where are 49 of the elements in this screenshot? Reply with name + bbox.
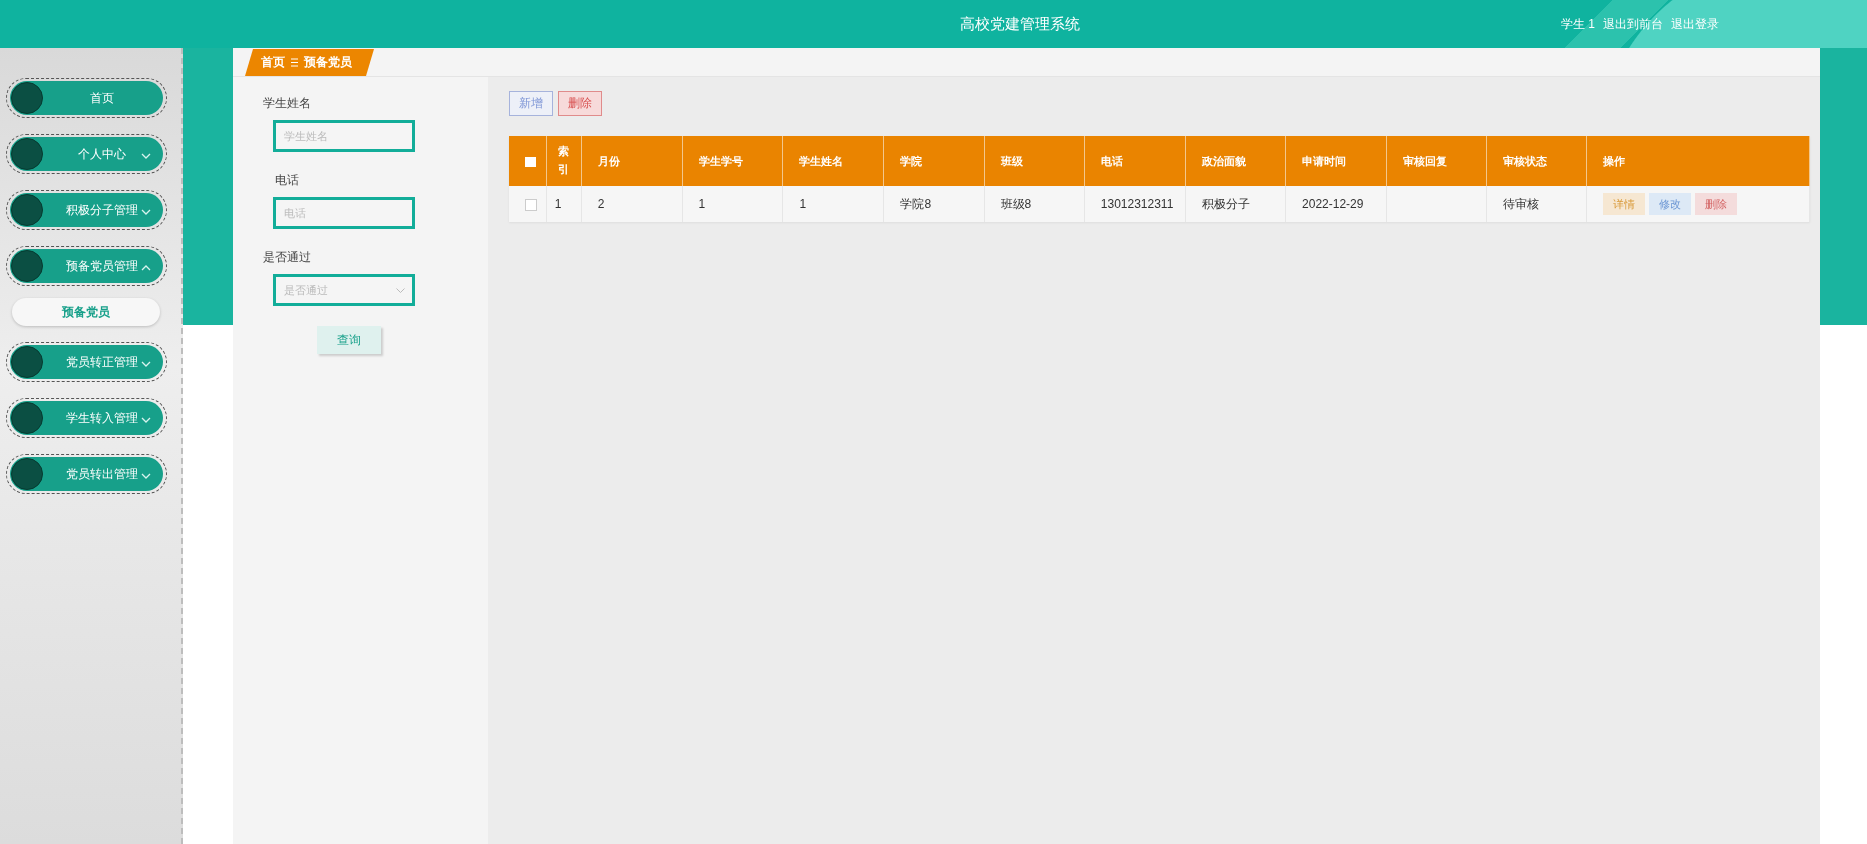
header-link[interactable]: 退出登录 — [1671, 15, 1719, 33]
column-header: 学生姓名 — [799, 154, 844, 167]
search-button[interactable]: 查询 — [317, 326, 381, 354]
detail-button[interactable]: 详情 — [1602, 193, 1645, 215]
column-header: 班级 — [1000, 154, 1023, 167]
field-label: 学生姓名 — [263, 95, 311, 112]
chevron-icon — [396, 288, 405, 293]
column-header: 学院 — [900, 154, 923, 167]
field-label: 电话 — [275, 172, 299, 189]
circle-icon — [11, 250, 43, 282]
table-cell: 2022-12-29 — [1302, 197, 1364, 211]
circle-icon — [11, 458, 43, 490]
circle-icon — [11, 194, 43, 226]
header-link[interactable]: 退出到前台 — [1603, 15, 1663, 33]
table-cell: 1 — [698, 197, 706, 211]
table-cell: 待审核 — [1502, 196, 1539, 211]
add-button[interactable]: 新增 — [509, 91, 553, 116]
column-header: 政治面貌 — [1201, 154, 1246, 167]
circle-icon — [11, 346, 43, 378]
circle-icon — [11, 82, 43, 114]
column-header: 学生学号 — [698, 154, 743, 167]
delete-button[interactable]: 删除 — [1694, 193, 1737, 215]
table-cell: 1 — [799, 197, 807, 211]
delete-button[interactable]: 删除 — [558, 91, 602, 116]
table-cell: 13012312311 — [1100, 197, 1174, 211]
circle-icon — [11, 138, 43, 170]
column-header: 月份 — [597, 154, 620, 167]
column-header: 电话 — [1100, 154, 1123, 167]
circle-icon — [11, 402, 43, 434]
app-title: 高校党建管理系统 — [960, 15, 1080, 34]
column-header: 审核状态 — [1502, 154, 1547, 167]
breadcrumb-link[interactable]: 首页 — [261, 54, 285, 71]
table-cell: 积极分子 — [1201, 196, 1250, 211]
select-all-checkbox[interactable] — [525, 157, 536, 168]
column-header: 索引 — [557, 144, 570, 177]
table-cell: 学院8 — [900, 196, 932, 211]
table-cell: 班级8 — [1000, 196, 1032, 211]
field-label: 是否通过 — [263, 249, 311, 266]
row-checkbox[interactable] — [525, 198, 537, 211]
nav-subitem[interactable]: 预备党员 — [12, 298, 160, 326]
user-name: 学生 1 — [1561, 15, 1595, 33]
table-cell: 2 — [597, 197, 605, 211]
column-header: 操作 — [1602, 154, 1625, 167]
column-header: 审核回复 — [1402, 154, 1447, 167]
table-cell: 1 — [554, 197, 562, 211]
column-header: 申请时间 — [1302, 154, 1347, 167]
breadcrumb-link[interactable]: 预备党员 — [304, 54, 352, 71]
menu-icon — [291, 58, 298, 67]
edit-button[interactable]: 修改 — [1648, 193, 1691, 215]
